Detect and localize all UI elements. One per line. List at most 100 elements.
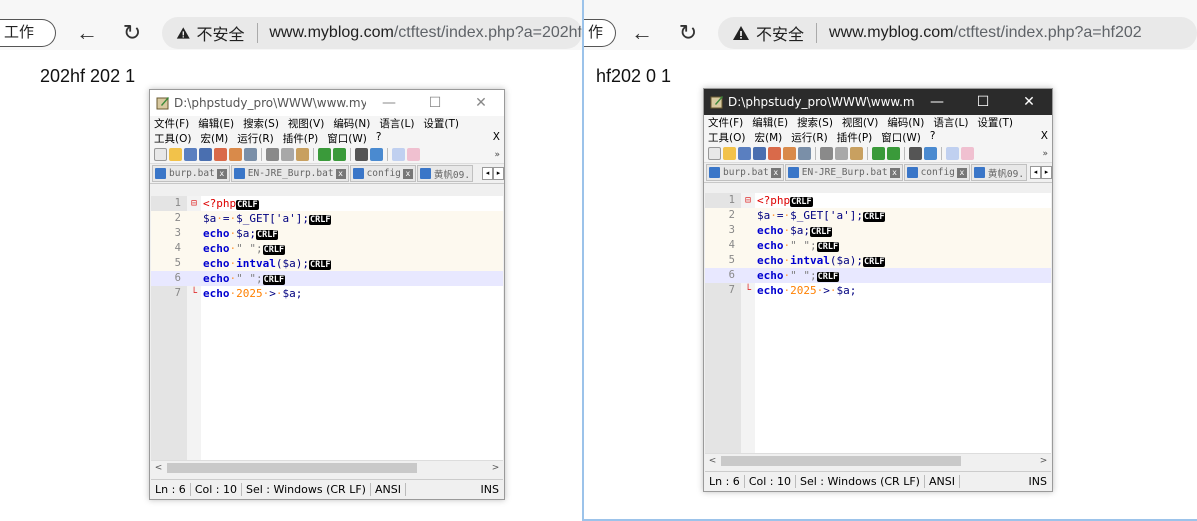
address-bar[interactable]: 不安全 www.myblog.com/ctftest/index.php?a=h…: [718, 17, 1197, 49]
menu-encoding[interactable]: 编码(N): [333, 116, 370, 131]
paste-icon[interactable]: [850, 147, 863, 160]
scroll-thumb[interactable]: [167, 463, 417, 473]
menu-macro[interactable]: 宏(M): [754, 130, 782, 145]
menu-run[interactable]: 运行(R): [237, 131, 274, 146]
menu-tools[interactable]: 工具(O): [154, 131, 191, 146]
save-icon[interactable]: [738, 147, 751, 160]
menu-encoding[interactable]: 编码(N): [887, 115, 924, 130]
fold-minus-icon[interactable]: ⊟: [191, 196, 197, 211]
menu-file[interactable]: 文件(F): [708, 115, 743, 130]
menu-settings[interactable]: 设置(T): [423, 116, 459, 131]
save-all-icon[interactable]: [753, 147, 766, 160]
menu-search[interactable]: 搜索(S): [797, 115, 833, 130]
menu-language[interactable]: 语言(L): [379, 116, 414, 131]
code-editor[interactable]: 1 ⊟ <?phpCRLF 2 $a·=·$_GET['a'];CRLF 3 echo·…: [705, 193, 1051, 453]
scroll-left-icon[interactable]: <: [705, 454, 720, 468]
menu-edit[interactable]: 编辑(E): [198, 116, 234, 131]
file-tab[interactable]: 黄帆09.: [416, 165, 474, 182]
file-tab[interactable]: burp.bat x: [152, 165, 230, 182]
maximize-button[interactable]: ☐: [412, 95, 458, 111]
menu-settings[interactable]: 设置(T): [977, 115, 1013, 130]
menu-plugins[interactable]: 插件(P): [283, 131, 319, 146]
find-icon[interactable]: [355, 148, 368, 161]
workspace-tab[interactable]: 作: [584, 19, 616, 47]
fold-minus-icon[interactable]: ⊟: [745, 193, 751, 208]
maximize-button[interactable]: ☐: [960, 94, 1006, 110]
menu-window[interactable]: 窗口(W): [881, 130, 921, 145]
menu-help[interactable]: ?: [376, 131, 382, 146]
tab-close-icon[interactable]: x: [335, 168, 346, 179]
cut-icon[interactable]: [266, 148, 279, 161]
file-tab[interactable]: config x: [903, 164, 970, 181]
tab-close-icon[interactable]: x: [216, 168, 227, 179]
toolbar-overflow-icon[interactable]: »: [1042, 149, 1048, 159]
tab-close-icon[interactable]: x: [402, 168, 413, 179]
tab-scroll-left-icon[interactable]: ◂: [482, 167, 493, 180]
minimize-button[interactable]: —: [366, 95, 412, 111]
file-tab[interactable]: config x: [349, 165, 416, 182]
scroll-left-icon[interactable]: <: [151, 461, 166, 475]
paste-icon[interactable]: [296, 148, 309, 161]
open-file-icon[interactable]: [169, 148, 182, 161]
close-button[interactable]: ✕: [458, 95, 504, 111]
close-all-icon[interactable]: [229, 148, 242, 161]
workspace-tab[interactable]: 工作: [0, 19, 56, 47]
menu-window[interactable]: 窗口(W): [327, 131, 367, 146]
menu-file[interactable]: 文件(F): [154, 116, 189, 131]
code-editor[interactable]: 1 ⊟ <?phpCRLF 2 $a·=·$_GET['a'];CRLF 3 echo·…: [151, 196, 503, 460]
scroll-right-icon[interactable]: >: [1036, 454, 1051, 468]
menu-view[interactable]: 视图(V): [288, 116, 324, 131]
menu-help[interactable]: ?: [930, 130, 936, 145]
redo-icon[interactable]: [887, 147, 900, 160]
copy-icon[interactable]: [835, 147, 848, 160]
refresh-icon[interactable]: ↻: [673, 18, 703, 48]
print-icon[interactable]: [244, 148, 257, 161]
menu-edit[interactable]: 编辑(E): [752, 115, 788, 130]
cut-icon[interactable]: [820, 147, 833, 160]
menu-search[interactable]: 搜索(S): [243, 116, 279, 131]
close-doc-button[interactable]: X: [493, 131, 500, 146]
undo-icon[interactable]: [872, 147, 885, 160]
file-tab[interactable]: 黄帆09.: [970, 164, 1028, 181]
tab-scroll-left-icon[interactable]: ◂: [1030, 166, 1041, 179]
menu-macro[interactable]: 宏(M): [200, 131, 228, 146]
new-file-icon[interactable]: [708, 147, 721, 160]
file-tab[interactable]: burp.bat x: [706, 164, 784, 181]
menu-language[interactable]: 语言(L): [933, 115, 968, 130]
replace-icon[interactable]: [924, 147, 937, 160]
print-icon[interactable]: [798, 147, 811, 160]
save-icon[interactable]: [184, 148, 197, 161]
file-tab[interactable]: EN-JRE_Burp.bat x: [230, 165, 349, 182]
undo-icon[interactable]: [318, 148, 331, 161]
tab-scroll-right-icon[interactable]: ▸: [493, 167, 504, 180]
menu-view[interactable]: 视图(V): [842, 115, 878, 130]
menu-run[interactable]: 运行(R): [791, 130, 828, 145]
replace-icon[interactable]: [370, 148, 383, 161]
menu-tools[interactable]: 工具(O): [708, 130, 745, 145]
scroll-thumb[interactable]: [721, 456, 961, 466]
zoom-out-icon[interactable]: [961, 147, 974, 160]
horizontal-scrollbar[interactable]: < >: [151, 460, 503, 475]
back-icon[interactable]: ←: [627, 18, 657, 48]
zoom-out-icon[interactable]: [407, 148, 420, 161]
zoom-in-icon[interactable]: [946, 147, 959, 160]
save-all-icon[interactable]: [199, 148, 212, 161]
close-file-icon[interactable]: [768, 147, 781, 160]
redo-icon[interactable]: [333, 148, 346, 161]
close-file-icon[interactable]: [214, 148, 227, 161]
close-button[interactable]: ✕: [1006, 94, 1052, 110]
toolbar-overflow-icon[interactable]: »: [494, 150, 500, 160]
horizontal-scrollbar[interactable]: < >: [705, 453, 1051, 468]
close-all-icon[interactable]: [783, 147, 796, 160]
open-file-icon[interactable]: [723, 147, 736, 160]
find-icon[interactable]: [909, 147, 922, 160]
new-file-icon[interactable]: [154, 148, 167, 161]
minimize-button[interactable]: —: [914, 94, 960, 110]
address-bar[interactable]: 不安全 www.myblog.com/ctftest/index.php?a=2…: [162, 17, 582, 49]
menu-plugins[interactable]: 插件(P): [837, 130, 873, 145]
refresh-icon[interactable]: ↻: [117, 18, 147, 48]
copy-icon[interactable]: [281, 148, 294, 161]
zoom-in-icon[interactable]: [392, 148, 405, 161]
tab-close-icon[interactable]: x: [770, 167, 781, 178]
scroll-right-icon[interactable]: >: [488, 461, 503, 475]
